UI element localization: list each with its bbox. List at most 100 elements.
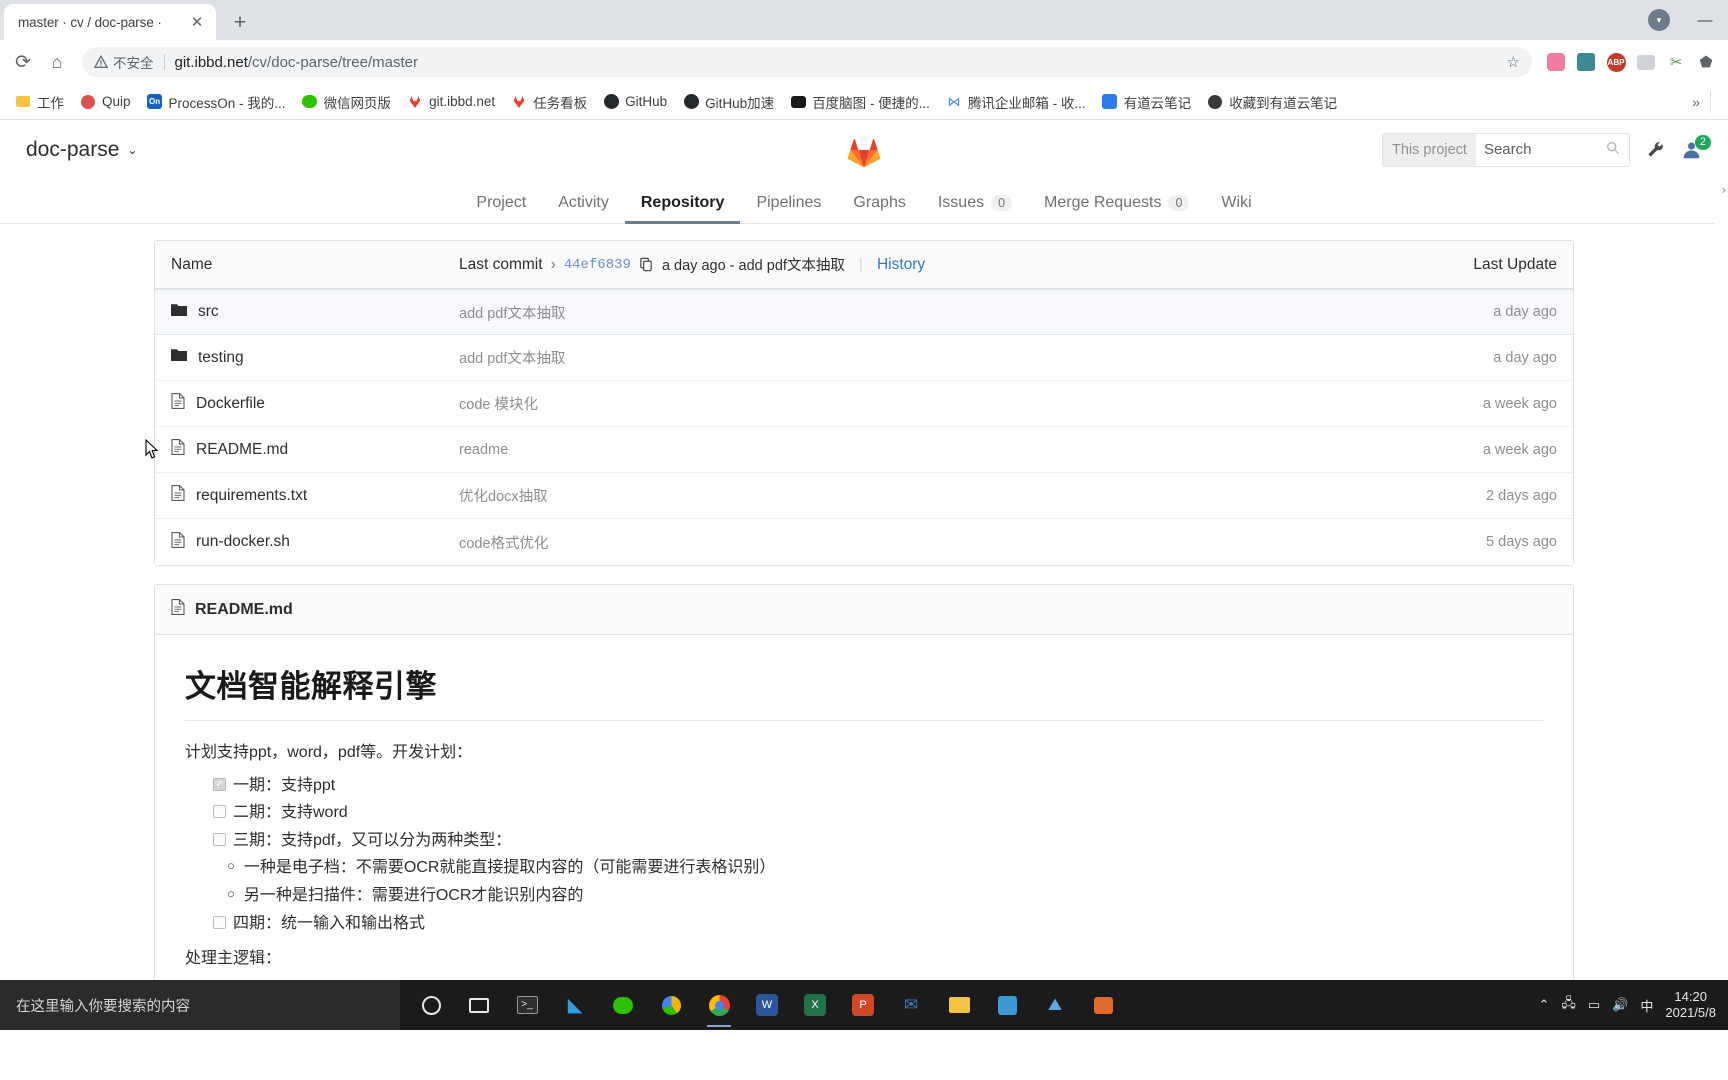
taskbar-clock[interactable]: 14:20 2021/5/8 — [1665, 989, 1716, 1022]
bookmark-star-icon[interactable]: ☆ — [1507, 53, 1520, 71]
bookmarks-overflow-button[interactable]: » — [1684, 94, 1708, 110]
extension-teal-icon[interactable] — [1572, 48, 1600, 76]
extensions-puzzle-icon[interactable]: ⬟ — [1692, 48, 1720, 76]
adblock-icon[interactable]: ABP — [1602, 48, 1630, 76]
explorer-icon[interactable] — [938, 982, 980, 1028]
checkbox-checked[interactable] — [213, 778, 226, 792]
folder-icon — [15, 94, 31, 110]
extension-gray-icon[interactable] — [1632, 48, 1660, 76]
checkbox-unchecked[interactable] — [213, 915, 226, 929]
taskbar-search-input[interactable]: 在这里输入你要搜索的内容 — [0, 980, 400, 1030]
wrench-icon[interactable] — [1646, 140, 1665, 159]
chrome-canary-icon[interactable] — [650, 982, 692, 1028]
task-item: 一期：支持ppt — [213, 772, 1543, 799]
tab-activity[interactable]: Activity — [542, 194, 625, 223]
app-blue-icon[interactable] — [986, 982, 1028, 1028]
tab-issues[interactable]: Issues 0 — [922, 194, 1028, 223]
system-tray: ⌃ 🖧 ▭ 🔊 中 14:20 2021/5/8 — [1538, 989, 1728, 1022]
history-link[interactable]: History — [877, 256, 925, 274]
commit-sha-link[interactable]: 44ef6839 — [564, 257, 631, 273]
search-box[interactable]: This project Search — [1382, 132, 1630, 167]
file-name-cell[interactable]: requirements.txt — [171, 485, 459, 506]
battery-icon[interactable]: ▭ — [1588, 997, 1600, 1013]
file-name-cell[interactable]: src — [171, 303, 459, 322]
powerpoint-icon[interactable]: P — [842, 982, 884, 1028]
user-avatar[interactable]: 2 — [1681, 135, 1711, 160]
bookmark-item[interactable]: 有道云笔记 — [1095, 88, 1199, 116]
scroll-chevron-icon[interactable]: › — [1722, 182, 1726, 197]
tab-project[interactable]: Project — [460, 194, 542, 223]
readme-intro: 计划支持ppt，word，pdf等。开发计划： — [185, 744, 473, 761]
minimize-button[interactable]: — — [1682, 0, 1728, 40]
file-name-cell[interactable]: testing — [171, 348, 459, 367]
circle-bullet-icon: ○ — [227, 857, 235, 873]
bookmark-item[interactable]: 收藏到有道云笔记 — [1200, 88, 1344, 116]
tray-chevron-icon[interactable]: ⌃ — [1538, 997, 1549, 1013]
search-input[interactable]: Search — [1476, 141, 1606, 158]
table-row[interactable]: Dockerfile code 模块化 a week ago — [155, 381, 1573, 427]
project-switcher[interactable]: doc-parse ⌄ — [26, 138, 137, 162]
extension-pink-icon[interactable] — [1542, 48, 1570, 76]
cortana-icon[interactable] — [410, 982, 452, 1028]
extension-green-icon[interactable]: ✂ — [1662, 48, 1690, 76]
url-host: git.ibbd.net — [174, 53, 248, 71]
bookmark-item[interactable]: Quip — [73, 90, 138, 114]
browser-tab[interactable]: master · cv / doc-parse · ✕ — [4, 4, 216, 40]
bookmark-item[interactable]: 任务看板 — [504, 88, 594, 116]
table-row[interactable]: run-docker.sh code格式优化 5 days ago — [155, 519, 1573, 565]
file-name-cell[interactable]: Dockerfile — [171, 393, 459, 414]
not-secure-indicator[interactable]: 不安全 — [94, 52, 154, 72]
table-row[interactable]: testing add pdf文本抽取 a day ago — [155, 335, 1573, 381]
commit-separator: | — [858, 255, 863, 273]
bookmark-item[interactable]: ⋈ 腾讯企业邮箱 - 收... — [939, 88, 1093, 116]
profile-button[interactable]: ▾ — [1636, 0, 1682, 40]
file-name-cell[interactable]: run-docker.sh — [171, 531, 459, 553]
tab-wiki[interactable]: Wiki — [1205, 194, 1267, 223]
volume-icon[interactable]: 🔊 — [1612, 997, 1628, 1013]
vscode-icon[interactable]: ◣ — [554, 982, 596, 1028]
bookmark-item[interactable]: GitHub — [596, 90, 674, 114]
copy-icon[interactable] — [639, 257, 654, 272]
terminal-icon[interactable]: >_ — [506, 982, 548, 1028]
tab-merge-requests[interactable]: Merge Requests 0 — [1028, 194, 1205, 223]
table-row[interactable]: requirements.txt 优化docx抽取 2 days ago — [155, 473, 1573, 519]
chrome-icon[interactable] — [698, 982, 740, 1028]
home-icon[interactable]: ⌂ — [42, 47, 72, 77]
wechat-icon[interactable] — [602, 982, 644, 1028]
bookmark-item[interactable]: 微信网页版 — [295, 88, 399, 116]
nav-label: Graphs — [853, 194, 906, 211]
address-bar[interactable]: 不安全 git.ibbd.net/cv/doc-parse/tree/maste… — [82, 47, 1532, 77]
excel-icon[interactable]: X — [794, 982, 836, 1028]
column-header-last-commit: Last commit — [459, 255, 543, 273]
checkbox-unchecked[interactable] — [213, 805, 226, 819]
readme-heading: 文档智能解释引擎 — [185, 661, 1543, 721]
camera-icon[interactable] — [1082, 982, 1124, 1028]
tab-repository[interactable]: Repository — [624, 194, 741, 224]
foxmail-icon[interactable]: ✉ — [890, 982, 932, 1028]
reload-icon[interactable]: ⟳ — [8, 47, 38, 77]
tencent-mail-icon: ⋈ — [947, 93, 961, 109]
bookmark-item[interactable]: GitHub加速 — [676, 88, 781, 116]
folder-icon — [171, 303, 187, 322]
checkbox-unchecked[interactable] — [213, 832, 226, 846]
file-name-label: Dockerfile — [196, 394, 265, 412]
bookmark-item[interactable]: On ProcessOn - 我的... — [140, 88, 293, 116]
ime-indicator[interactable]: 中 — [1640, 996, 1653, 1015]
bookmark-item[interactable]: 百度脑图 - 便捷的... — [783, 88, 937, 116]
tab-graphs[interactable]: Graphs — [837, 194, 921, 223]
bookmark-item[interactable]: 工作 — [8, 88, 71, 116]
network-icon[interactable]: 🖧 — [1561, 994, 1576, 1016]
app-chart-icon[interactable]: ⛰ — [1034, 982, 1076, 1028]
table-row[interactable]: src add pdf文本抽取 a day ago — [155, 289, 1573, 335]
file-name-cell[interactable]: README.md — [171, 439, 459, 460]
row-last-update: a day ago — [1493, 304, 1557, 320]
page-scrollbar[interactable]: › — [1714, 120, 1728, 1030]
task-view-icon[interactable] — [458, 982, 500, 1028]
new-tab-button[interactable]: + — [224, 6, 256, 38]
bookmark-item[interactable]: git.ibbd.net — [400, 90, 502, 114]
gitlab-logo-icon[interactable] — [843, 130, 885, 170]
tab-pipelines[interactable]: Pipelines — [740, 194, 837, 223]
close-icon[interactable]: ✕ — [188, 13, 206, 31]
word-icon[interactable]: W — [746, 982, 788, 1028]
table-row[interactable]: README.md readme a week ago — [155, 427, 1573, 473]
